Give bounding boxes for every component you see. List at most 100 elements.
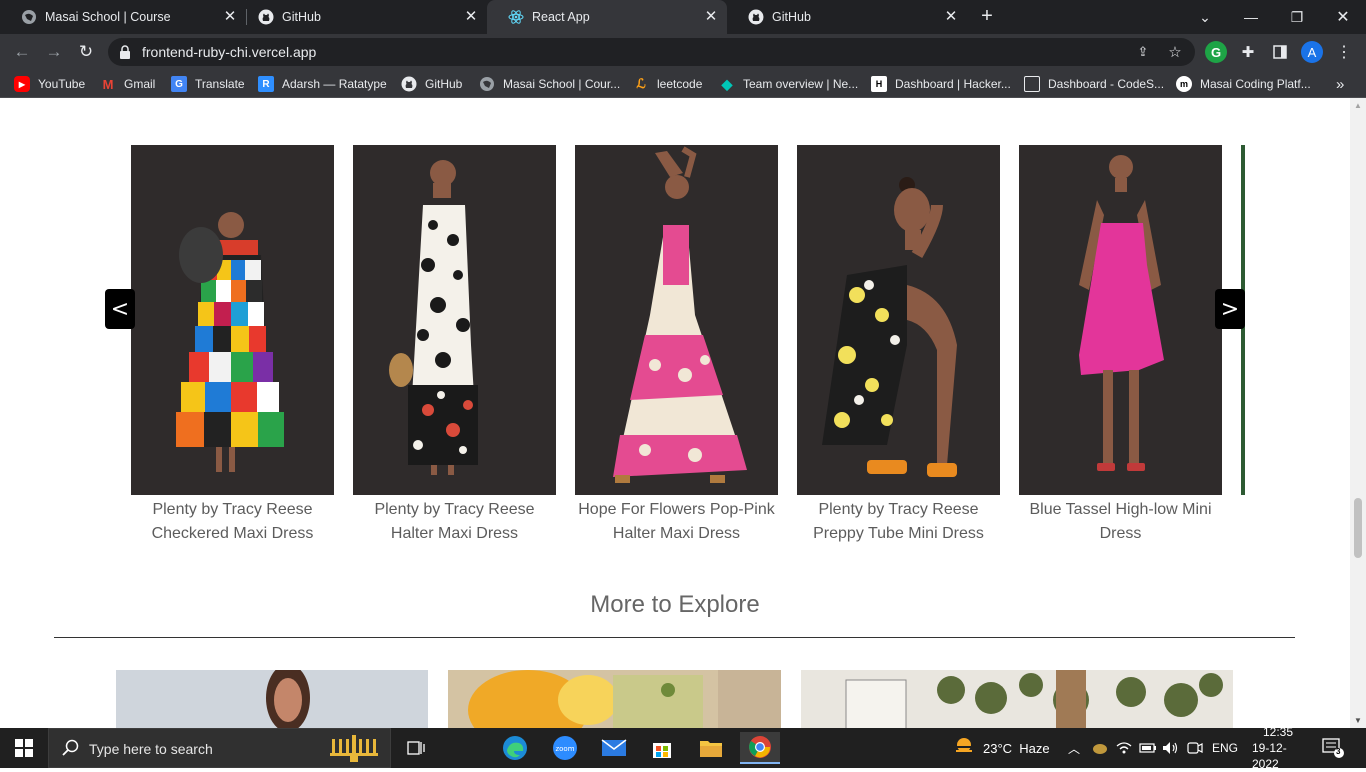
taskbar-search-box[interactable]: Type here to search xyxy=(48,728,391,768)
close-tab-icon[interactable]: ✕ xyxy=(222,9,238,25)
extensions-puzzle-icon[interactable]: ✚ xyxy=(1237,41,1259,63)
bookmark-github[interactable]: GitHub xyxy=(401,76,462,92)
tab-github-2[interactable]: GitHub ✕ xyxy=(727,0,967,34)
product-image[interactable] xyxy=(797,145,1000,495)
product-name[interactable]: Blue Tassel High-low Mini Dress xyxy=(1019,498,1222,546)
square-icon xyxy=(1024,76,1040,92)
bookmark-leetcode[interactable]: ℒleetcode xyxy=(633,76,702,92)
bookmark-label: Masai School | Cour... xyxy=(503,77,621,91)
wifi-icon[interactable] xyxy=(1116,728,1132,768)
product-image[interactable] xyxy=(575,145,778,495)
product-card[interactable]: Plenty by Tracy Reese Preppy Tube Mini D… xyxy=(797,145,1000,546)
zoom-label: zoom xyxy=(555,745,574,753)
product-name[interactable]: Hope For Flowers Pop-Pink Halter Maxi Dr… xyxy=(575,498,778,546)
product-image[interactable] xyxy=(131,145,334,495)
page-scrollbar[interactable]: ▲ ▼ xyxy=(1350,98,1366,728)
bookmark-label: YouTube xyxy=(38,77,86,91)
address-bar[interactable]: frontend-ruby-chi.vercel.app ⇪ ☆ xyxy=(108,38,1195,66)
ratatype-icon: R xyxy=(258,76,274,92)
tab-react-app[interactable]: React App ✕ xyxy=(487,0,727,34)
explore-tile-image[interactable] xyxy=(116,670,428,728)
profile-avatar[interactable]: A xyxy=(1301,41,1323,63)
scroll-down-icon[interactable]: ▼ xyxy=(1354,716,1362,725)
battery-icon[interactable] xyxy=(1139,728,1157,768)
tab-masai-school[interactable]: Masai School | Course ✕ xyxy=(0,0,246,34)
bookmarks-bar: ▶ YouTube M Gmail G Translate R Adarsh — Rat… xyxy=(0,70,1366,98)
chrome-menu-icon[interactable]: ⋮ xyxy=(1333,41,1355,63)
gmail-icon: M xyxy=(102,76,114,92)
tab-search-icon[interactable]: ⌄ xyxy=(1182,0,1228,34)
bookmark-ratatype[interactable]: R Adarsh — Ratatype xyxy=(258,76,387,92)
close-tab-icon[interactable]: ✕ xyxy=(943,9,959,25)
close-tab-icon[interactable]: ✕ xyxy=(463,9,479,25)
forward-button[interactable]: → xyxy=(42,40,66,64)
notification-center-icon[interactable]: 3 xyxy=(1322,728,1344,768)
product-card[interactable]: Blue Tassel High-low Mini Dress xyxy=(1019,145,1222,546)
zoom-icon[interactable]: zoom xyxy=(545,732,585,764)
bookmark-gmail[interactable]: M Gmail xyxy=(100,76,156,92)
section-divider xyxy=(54,637,1295,638)
lock-icon[interactable] xyxy=(119,45,131,64)
product-image[interactable] xyxy=(1019,145,1222,495)
bookmark-translate[interactable]: G Translate xyxy=(171,76,245,92)
globe-icon xyxy=(479,76,495,92)
microsoft-store-icon[interactable] xyxy=(642,732,682,764)
language-indicator[interactable]: ENG xyxy=(1212,728,1238,768)
file-explorer-icon[interactable] xyxy=(691,732,731,764)
clock[interactable]: 12:35 19-12-2022 xyxy=(1252,725,1304,771)
product-card[interactable]: Plenty by Tracy Reese Halter Maxi Dress xyxy=(353,145,556,546)
bookmark-hackerrank[interactable]: H Dashboard | Hacker... xyxy=(871,76,1011,92)
product-card[interactable]: Plenty by Tracy Reese Checkered Maxi Dre… xyxy=(131,145,334,546)
explore-tile-image[interactable] xyxy=(448,670,781,728)
browser-toolbar: ← → ↻ frontend-ruby-chi.vercel.app ⇪ ☆ G… xyxy=(0,34,1366,70)
meet-now-icon[interactable] xyxy=(1187,728,1203,768)
product-name[interactable]: Plenty by Tracy Reese Halter Maxi Dress xyxy=(353,498,556,546)
scroll-up-icon[interactable]: ▲ xyxy=(1354,101,1362,110)
back-button[interactable]: ← xyxy=(10,40,34,64)
react-icon xyxy=(508,9,524,25)
product-card[interactable]: Hope For Flowers Pop-Pink Halter Maxi Dr… xyxy=(575,145,778,546)
volume-icon[interactable] xyxy=(1162,728,1180,768)
tab-github-1[interactable]: GitHub ✕ xyxy=(237,0,487,34)
product-name[interactable]: Plenty by Tracy Reese Checkered Maxi Dre… xyxy=(131,498,334,546)
share-icon[interactable]: ⇪ xyxy=(1135,44,1151,60)
scrollbar-thumb[interactable] xyxy=(1354,498,1362,558)
bookmark-youtube[interactable]: ▶ YouTube xyxy=(14,76,85,92)
github-icon xyxy=(401,76,417,92)
minimize-button[interactable]: — xyxy=(1228,0,1274,34)
bookmark-masai-school[interactable]: Masai School | Cour... xyxy=(479,76,620,92)
explore-tile-image[interactable] xyxy=(801,670,1233,728)
masai-icon: m xyxy=(1176,76,1192,92)
tab-title: GitHub xyxy=(772,10,811,24)
carousel-next-button[interactable]: > xyxy=(1215,289,1245,329)
task-view-icon[interactable] xyxy=(396,732,436,764)
restore-button[interactable]: ❐ xyxy=(1274,0,1320,34)
product-image[interactable] xyxy=(353,145,556,495)
close-window-button[interactable]: ✕ xyxy=(1320,0,1366,34)
edge-icon[interactable] xyxy=(495,732,535,764)
side-panel-icon[interactable] xyxy=(1269,41,1291,63)
weather-widget[interactable]: 23°C Haze xyxy=(953,728,1050,768)
show-hidden-icons[interactable]: ︿ xyxy=(1068,728,1080,768)
product-name[interactable]: Plenty by Tracy Reese Preppy Tube Mini D… xyxy=(797,498,1000,546)
bookmark-star-icon[interactable]: ☆ xyxy=(1167,44,1183,61)
new-tab-button[interactable]: + xyxy=(977,6,997,26)
windows-start-icon[interactable] xyxy=(4,732,44,764)
url-text: frontend-ruby-chi.vercel.app xyxy=(142,44,317,60)
mail-icon[interactable] xyxy=(594,732,634,764)
translate-icon: G xyxy=(171,76,187,92)
more-bookmarks-button[interactable]: » xyxy=(1336,76,1344,93)
bookmark-label: Team overview | Ne... xyxy=(743,77,859,91)
leetcode-icon: ℒ xyxy=(636,76,646,91)
chrome-taskbar-icon[interactable] xyxy=(740,732,780,764)
bookmark-team-overview[interactable]: ◆ Team overview | Ne... xyxy=(719,76,859,92)
extension-letter: G xyxy=(1210,44,1222,60)
onedrive-icon[interactable] xyxy=(1092,728,1108,768)
grammarly-extension-icon[interactable]: G xyxy=(1205,41,1227,63)
carousel-prev-button[interactable]: < xyxy=(105,289,135,329)
tab-title: React App xyxy=(532,10,590,24)
bookmark-codesignal[interactable]: Dashboard - CodeS... xyxy=(1024,76,1164,92)
reload-button[interactable]: ↻ xyxy=(74,40,98,64)
close-tab-icon[interactable]: ✕ xyxy=(703,9,719,25)
bookmark-masai-coding[interactable]: m Masai Coding Platf... xyxy=(1176,76,1311,92)
